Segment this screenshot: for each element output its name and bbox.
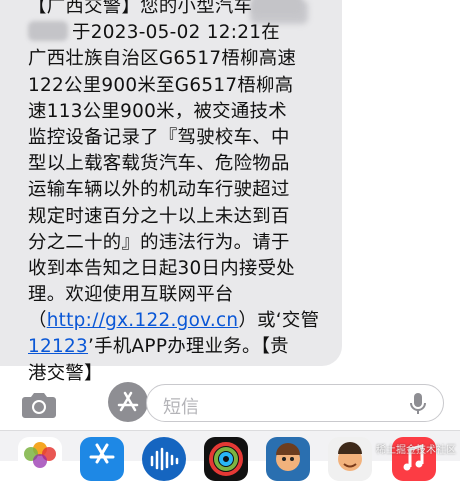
memoji-stickers-icon <box>338 442 362 471</box>
app-store-icon <box>89 443 115 464</box>
message-text-segment: 收到本告知之日起30日内接受处 <box>28 257 295 279</box>
app-drawer: 稀土掘金技术社区 <box>0 430 460 481</box>
message-link[interactable]: 12123 <box>28 336 88 357</box>
dictation-button[interactable] <box>407 392 429 416</box>
message-line: 12123’手机APP办理业务。【贵 <box>28 334 334 360</box>
message-text-segment: 运输车辆以外的机动车行驶超过 <box>28 179 290 201</box>
message-line: 型以上载客载货汽车、危险物品 <box>28 151 334 177</box>
photos-icon <box>24 442 56 468</box>
message-text-segment: 于2023-05-02 12:21在 <box>72 22 280 44</box>
message-input[interactable]: 短信 <box>146 384 444 422</box>
message-text-segment: 监控设备记录了『驾驶校车、中 <box>28 126 290 148</box>
activity-app[interactable] <box>204 437 248 481</box>
apps-button[interactable] <box>108 382 148 422</box>
message-text-segment: 广西壮族自治区G6517梧柳高速 <box>28 48 297 70</box>
message-text-segment: ）或‘交管 <box>238 310 320 332</box>
message-link[interactable]: http://gx.122.gov.cn <box>47 310 239 331</box>
message-bubble[interactable]: 【广西交警】您的小型汽车于2023-05-02 12:21在广西壮族自治区G65… <box>0 0 342 384</box>
message-text: 【广西交警】您的小型汽车于2023-05-02 12:21在广西壮族自治区G65… <box>28 0 334 387</box>
bubble-tail <box>0 340 14 366</box>
camera-icon <box>22 393 56 418</box>
composer-bar: 短信 <box>0 374 460 430</box>
message-line: 理。欢迎使用互联网平台 <box>28 282 334 308</box>
app-store-app[interactable] <box>80 437 124 481</box>
redacted-text <box>252 0 303 15</box>
message-line: 分之二十的』的违法行为。请于 <box>28 230 334 256</box>
memoji-stickers-app[interactable] <box>328 437 372 481</box>
message-text-segment: 速113公里900米，被交通技术 <box>28 100 287 122</box>
photos-app[interactable] <box>18 437 62 481</box>
message-line: 于2023-05-02 12:21在 <box>28 20 334 46</box>
app-store-icon <box>117 391 139 412</box>
message-input-placeholder: 短信 <box>163 397 199 418</box>
message-line: 运输车辆以外的机动车行驶超过 <box>28 177 334 203</box>
activity-icon <box>209 442 243 476</box>
message-line: 122公里900米至G6517梧柳高 <box>28 73 334 99</box>
memoji-app[interactable] <box>266 437 310 481</box>
message-line: （http://gx.122.gov.cn）或‘交管 <box>28 308 334 334</box>
message-text-segment: 理。欢迎使用互联网平台 <box>28 284 234 306</box>
message-text-segment: （ <box>28 310 47 332</box>
audio-message-icon <box>150 447 179 471</box>
message-text-segment: ’手机APP办理业务。【贵 <box>88 336 289 358</box>
message-text-segment: 分之二十的』的违法行为。请于 <box>28 231 290 253</box>
message-line: 【广西交警】您的小型汽车 <box>28 0 334 20</box>
message-text-segment: 规定时速百分之十以上未达到百 <box>28 205 290 227</box>
message-line: 收到本告知之日起30日内接受处 <box>28 256 334 282</box>
watermark: 稀土掘金技术社区 <box>376 445 456 456</box>
message-line: 广西壮族自治区G6517梧柳高速 <box>28 46 334 72</box>
message-text-segment: 122公里900米至G6517梧柳高 <box>28 74 294 96</box>
memoji-icon <box>276 443 300 471</box>
message-line: 规定时速百分之十以上未达到百 <box>28 204 334 230</box>
message-text-segment: 【广西交警】您的小型汽车 <box>28 0 253 17</box>
redacted-text <box>28 21 68 42</box>
message-line: 监控设备记录了『驾驶校车、中 <box>28 125 334 151</box>
camera-button[interactable] <box>20 386 58 424</box>
audio-message-app[interactable] <box>142 437 186 481</box>
microphone-icon <box>410 393 426 414</box>
message-line: 速113公里900米，被交通技术 <box>28 99 334 125</box>
message-text-segment: 型以上载客载货汽车、危险物品 <box>28 153 290 175</box>
